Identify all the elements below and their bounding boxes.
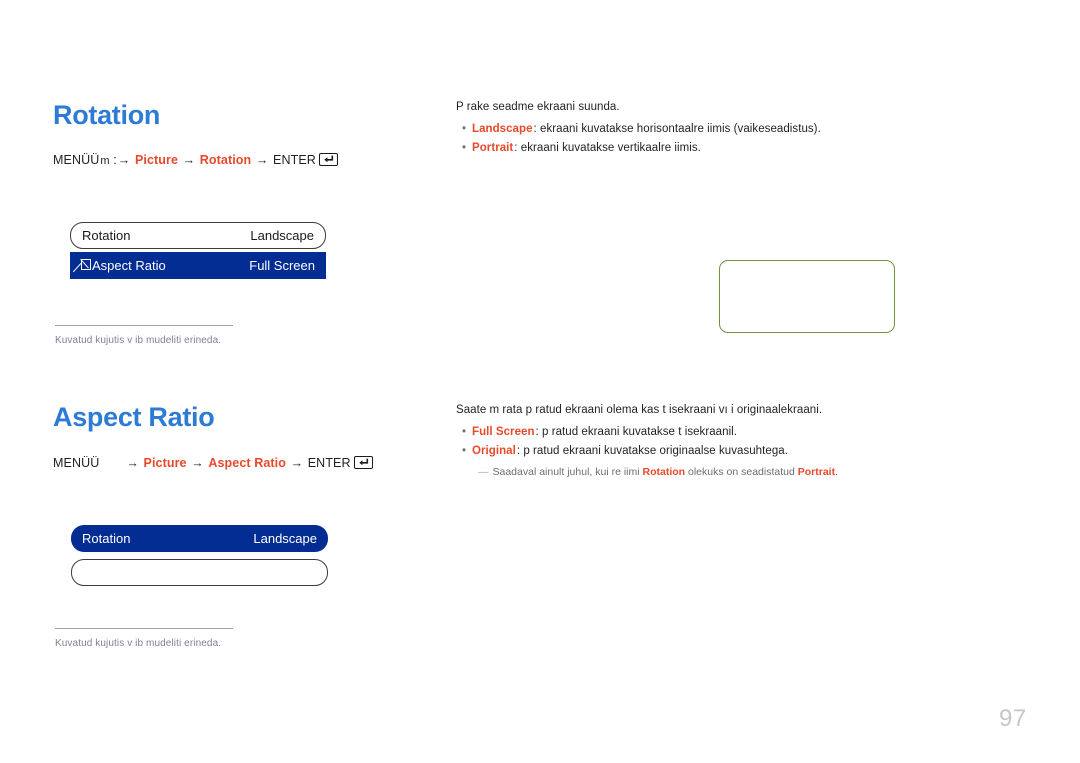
osd-row-selected[interactable]: Aspect Ratio Full Screen xyxy=(70,252,326,279)
footnote-divider xyxy=(55,628,233,629)
osd-row-label: Aspect Ratio xyxy=(81,258,166,273)
page-number: 97 xyxy=(999,705,1027,732)
menu-enter-label: ENTER xyxy=(273,153,316,167)
bullet-icon: • xyxy=(462,142,467,154)
menu-path-prefix: MENÜÜ xyxy=(53,153,100,167)
list-item-term: Portrait xyxy=(472,142,514,154)
list-item: • Landscape: ekraani kuvatakse horisonta… xyxy=(456,123,821,135)
bullet-icon: • xyxy=(462,445,467,457)
body-lead-text: P rake seadme ekraani suunda. xyxy=(456,101,620,113)
menu-step-aspect-ratio: Aspect Ratio xyxy=(208,456,286,470)
osd-row[interactable]: Rotation Landscape xyxy=(70,222,326,249)
arrow-icon: → xyxy=(117,153,131,167)
osd-row-label-text: Aspect Ratio xyxy=(92,258,166,273)
arrow-icon: → xyxy=(182,153,196,167)
osd-row-selected[interactable]: Rotation Landscape xyxy=(71,525,328,552)
arrow-icon: → xyxy=(191,456,204,470)
list-item-term: Original xyxy=(472,445,516,457)
list-item-text: : ekraani kuvatakse horisontaalre iimis … xyxy=(533,123,821,135)
subnote-content: Saadaval ainult juhul, kui re iimi Rotat… xyxy=(493,466,839,478)
osd-row-value: Full Screen xyxy=(249,258,315,273)
menu-enter-label: ENTER xyxy=(307,456,351,470)
osd-menu-rotation[interactable]: Rotation Landscape Aspect Ratio Full Scr… xyxy=(70,222,326,279)
menu-step-picture: Picture xyxy=(134,153,179,167)
arrow-icon: → xyxy=(126,456,139,470)
list-item-text: : p ratud ekraani kuvatakse originaalse … xyxy=(516,445,788,457)
list-item-text: : p ratud ekraani kuvatakse t isekraanil… xyxy=(535,426,738,438)
enter-key-icon xyxy=(318,153,338,166)
menu-path-rotation: MENÜÜm :→ Picture → Rotation → ENTER xyxy=(53,153,338,167)
list-item-text: : ekraani kuvatakse vertikaalre iimis. xyxy=(514,142,701,154)
menu-path-prefix: MENÜÜ xyxy=(53,456,100,470)
enter-key-icon xyxy=(353,456,373,469)
osd-row-label: Rotation xyxy=(82,228,131,243)
list-item-content: Landscape: ekraani kuvatakse horisontaal… xyxy=(472,123,821,135)
subnote-text-middle: olekuks on seadistatud xyxy=(685,466,798,478)
list-item-content: Portrait: ekraani kuvatakse vertikaalre … xyxy=(472,142,701,154)
list-item: • Portrait: ekraani kuvatakse vertikaalr… xyxy=(456,142,821,154)
footnote-text: Kuvatud kujutis v ib mudeliti erineda. xyxy=(55,638,222,649)
body-lead-text: Saate m rata p ratud ekraani olema kas t… xyxy=(456,404,823,416)
menu-step-picture: Picture xyxy=(143,456,187,470)
subnote-accent-portrait: Portrait xyxy=(797,466,836,478)
footnote-text: Kuvatud kujutis v ib mudeliti erineda. xyxy=(55,335,222,346)
osd-row[interactable] xyxy=(71,559,328,586)
list-item-content: Full Screen: p ratud ekraani kuvatakse t… xyxy=(472,426,737,438)
subnote-text-after: . xyxy=(835,466,838,478)
menu-path-aspect-ratio: MENÜÜ → Picture → Aspect Ratio → ENTER xyxy=(53,456,373,470)
page-title-aspect-ratio: Aspect Ratio xyxy=(53,402,215,432)
footnote-aspect-ratio: Kuvatud kujutis v ib mudeliti erineda. xyxy=(55,628,233,649)
body-copy-aspect-ratio: Saate m rata p ratud ekraani olema kas t… xyxy=(456,404,838,478)
menu-step-rotation: Rotation xyxy=(199,153,252,167)
list-item-content: Original: p ratud ekraani kuvatakse orig… xyxy=(472,445,788,457)
subnote-text-before: Saadaval ainult juhul, kui re iimi xyxy=(492,466,643,478)
list-item: • Original: p ratud ekraani kuvatakse or… xyxy=(456,445,838,457)
body-copy-rotation: P rake seadme ekraani suunda. • Landscap… xyxy=(456,101,821,161)
osd-row-value: Landscape xyxy=(253,531,317,546)
manual-page: Rotation MENÜÜm :→ Picture → Rotation → … xyxy=(0,0,1080,763)
footnote-rotation: Kuvatud kujutis v ib mudeliti erineda. xyxy=(55,325,233,346)
list-item-term: Full Screen xyxy=(472,426,535,438)
illustration-placeholder-box xyxy=(719,260,895,333)
subnote: — Saadaval ainult juhul, kui re iimi Rot… xyxy=(478,466,838,478)
page-title-rotation: Rotation xyxy=(53,100,161,130)
subnote-dash-icon: — xyxy=(478,466,489,478)
bullet-icon: • xyxy=(462,123,467,135)
list-item: • Full Screen: p ratud ekraani kuvatakse… xyxy=(456,426,838,438)
missing-glyph-icon xyxy=(81,259,91,270)
osd-menu-aspect-ratio[interactable]: Rotation Landscape xyxy=(71,525,328,586)
arrow-icon: → xyxy=(290,456,304,470)
bullet-icon: • xyxy=(462,426,467,438)
arrow-icon: → xyxy=(255,153,269,167)
list-item-term: Landscape xyxy=(472,123,533,135)
footnote-divider xyxy=(55,325,233,326)
osd-row-value: Landscape xyxy=(250,228,314,243)
menu-glyph: m xyxy=(100,155,110,167)
osd-row-label: Rotation xyxy=(82,531,131,546)
subnote-accent-rotation: Rotation xyxy=(642,466,686,478)
